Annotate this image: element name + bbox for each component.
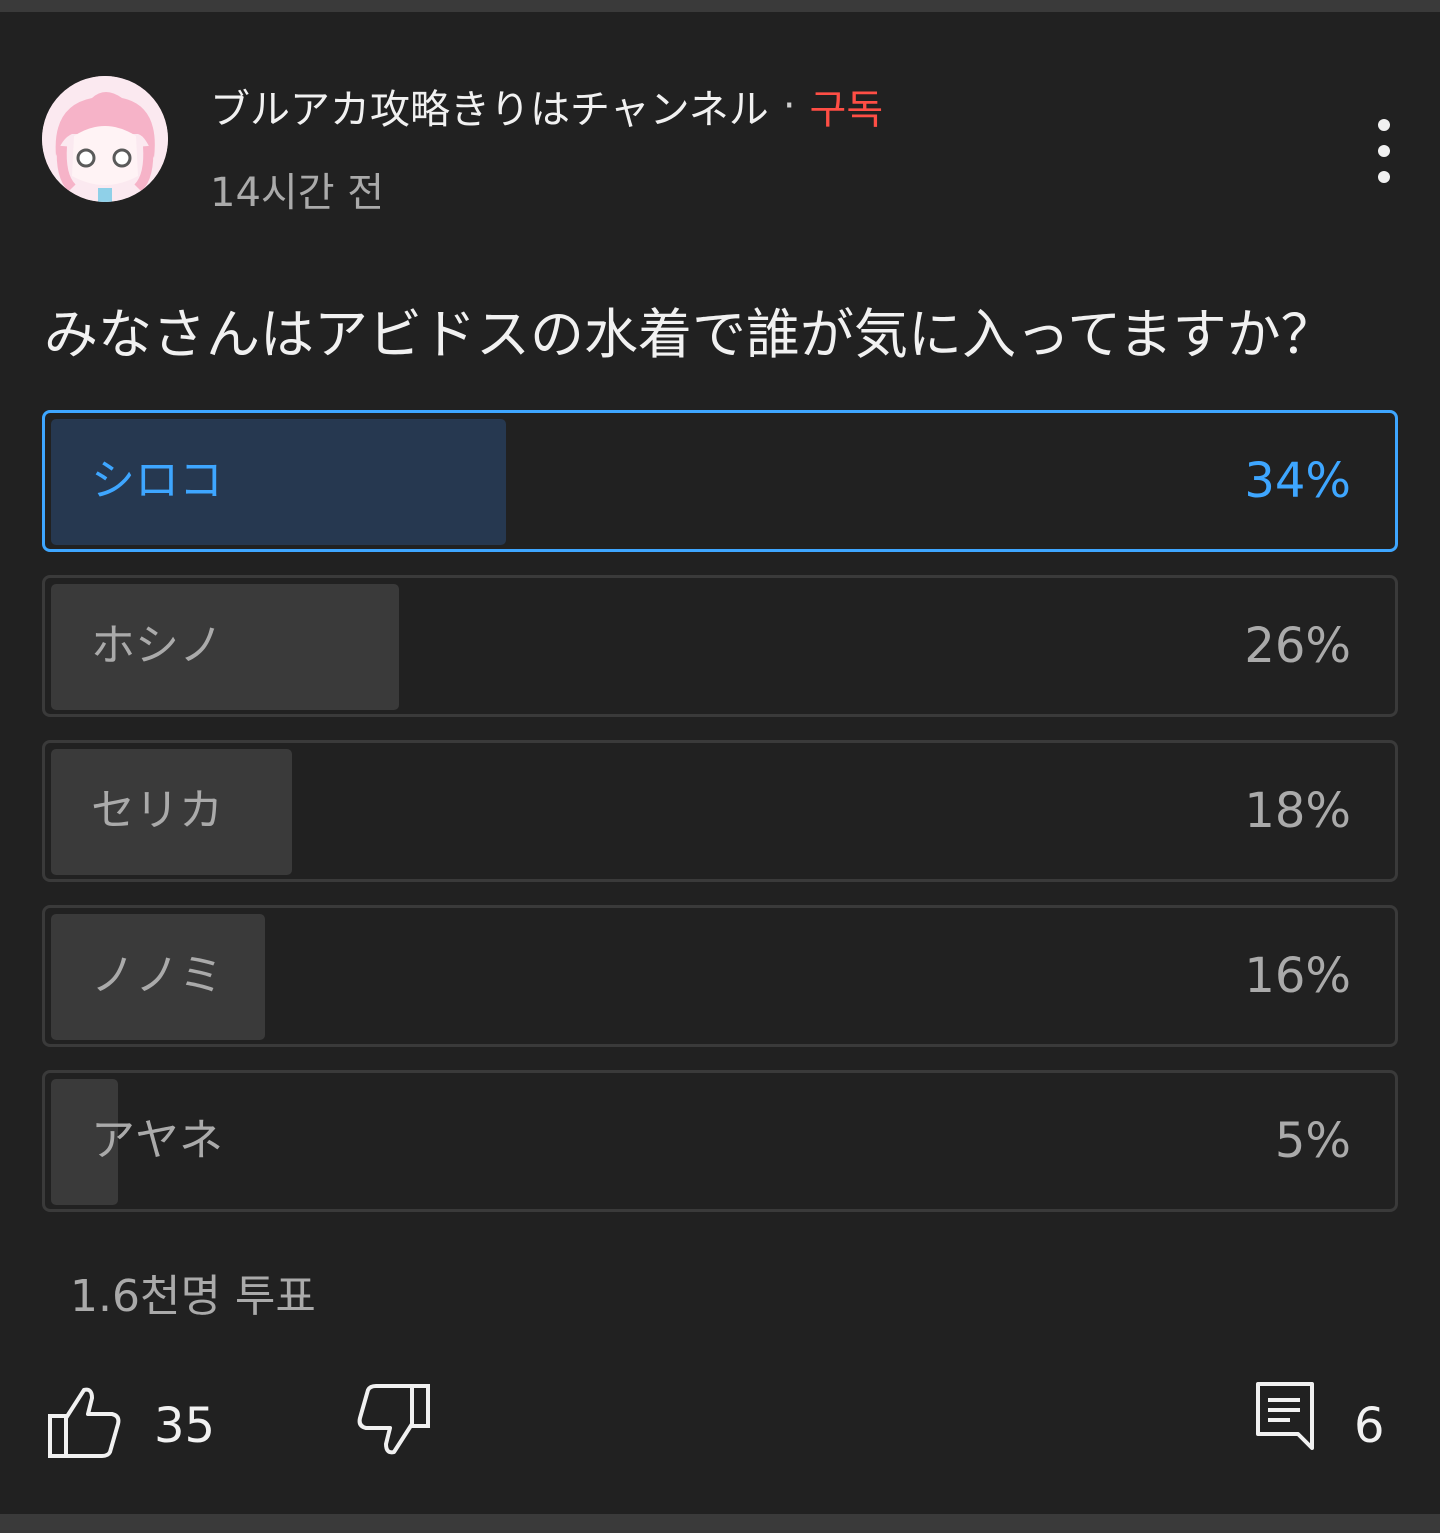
poll-option[interactable]: ノノミ 16% [42,905,1398,1047]
comment-count: 6 [1354,1398,1385,1454]
poll-option[interactable]: シロコ 34% [42,410,1398,552]
thumbs-down-icon [357,1384,430,1455]
channel-avatar[interactable] [42,76,168,202]
more-vert-icon [1378,119,1390,183]
more-options-button[interactable] [1362,116,1406,186]
like-button[interactable] [44,1382,126,1464]
post-time: 14시간 전 [210,170,385,216]
poll-option-percent: 5% [1274,1113,1351,1169]
thumbs-up-icon [48,1387,121,1458]
poll-option-percent: 26% [1244,618,1351,674]
poll-option-label: セリカ [91,785,223,836]
channel-name[interactable]: ブルアカ攻略きりはチャンネル [210,77,769,135]
poll-option-label: ホシノ [91,620,223,671]
like-count: 35 [154,1398,216,1454]
poll-option-percent: 34% [1244,453,1351,509]
poll-question: みなさんはアビドスの水着で誰が気に入ってますか？ [44,303,1335,366]
vote-count: 1.6천명 투표 [70,1271,316,1322]
poll-option-label: シロコ [91,455,223,506]
poll-option[interactable]: アヤネ 5% [42,1070,1398,1212]
dislike-button[interactable] [352,1378,434,1460]
poll-option[interactable]: セリカ 18% [42,740,1398,882]
poll-option-label: ノノミ [91,950,223,1001]
poll-option-percent: 18% [1244,783,1351,839]
poll-option-label: アヤネ [91,1115,223,1166]
subscribe-button[interactable]: 구독 [810,77,884,135]
poll-option[interactable]: ホシノ 26% [42,575,1398,717]
comment-icon [1256,1382,1314,1450]
comment-button[interactable] [1252,1378,1334,1460]
avatar-illustration [42,76,168,202]
post-card: ブルアカ攻略きりはチャンネル · 구독 14시간 전 みなさんはアビドスの水着で… [0,12,1440,1514]
separator-dot: · [782,83,796,129]
channel-line: ブルアカ攻略きりはチャンネル · 구독 [210,78,883,134]
poll-option-percent: 16% [1244,948,1351,1004]
